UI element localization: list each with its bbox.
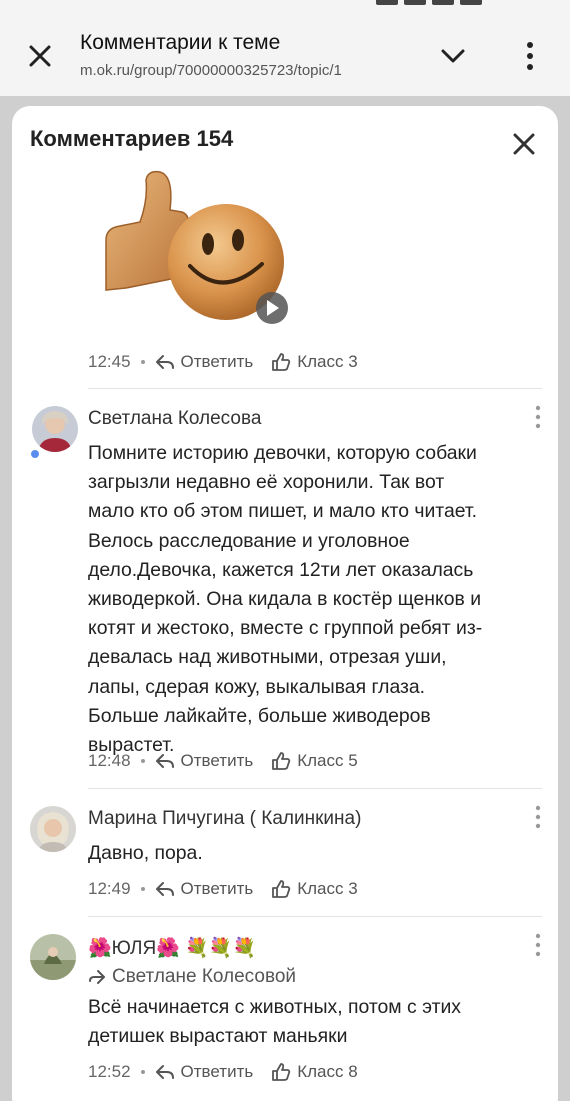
comment-author[interactable]: Марина Пичугина ( Калинкина) (88, 808, 361, 830)
reply-icon (155, 754, 174, 768)
close-icon[interactable] (508, 128, 540, 160)
comment-divider (88, 916, 542, 917)
page-url[interactable]: m.ok.ru/group/70000000325723/topic/1 (80, 62, 418, 79)
thumbs-up-icon (272, 1063, 291, 1081)
status-bar (0, 0, 570, 12)
separator-dot (140, 759, 145, 763)
reply-button[interactable]: Ответить (155, 352, 253, 372)
online-indicator (29, 448, 41, 460)
comment-divider (88, 388, 542, 389)
thumbs-up-icon (272, 880, 291, 898)
page-title: Комментарии к теме (80, 31, 281, 54)
separator-dot (140, 360, 145, 364)
comment-text: Всё начинается с животных, потом с этих … (88, 996, 461, 1048)
thumbs-up-icon (272, 353, 291, 371)
play-icon[interactable] (256, 292, 288, 324)
avatar[interactable] (32, 406, 78, 452)
comment-time: 12:52 (88, 1062, 131, 1081)
reply-button[interactable]: Ответить (155, 879, 253, 899)
reply-icon (155, 1065, 174, 1079)
status-icons (370, 0, 530, 6)
reply-icon (155, 355, 174, 369)
comment-more-icon[interactable] (534, 932, 542, 958)
comment-meta: 12:48 Ответить Класс 5 (88, 749, 376, 773)
reply-button[interactable]: Ответить (155, 1062, 253, 1082)
browser-toolbar: Комментарии к теме m.ok.ru/group/7000000… (0, 12, 570, 96)
close-icon[interactable] (22, 38, 58, 74)
reply-icon (155, 882, 174, 896)
comment-more-icon[interactable] (534, 404, 542, 430)
comment-more-icon[interactable] (534, 804, 542, 830)
reply-to-link[interactable]: Светлане Колесовой (88, 966, 296, 988)
comment-divider (88, 788, 542, 789)
thumbs-up-icon (272, 752, 291, 770)
comment-meta: 12:52 Ответить Класс 8 (88, 1060, 376, 1084)
comment-author[interactable]: 🌺ЮЛЯ🌺 💐💐💐 (88, 936, 256, 960)
separator-dot (140, 887, 145, 891)
chevron-down-icon[interactable] (437, 42, 469, 70)
avatar[interactable] (30, 806, 76, 852)
more-menu-icon[interactable] (522, 40, 538, 72)
comment-author[interactable]: Светлана Колесова (88, 408, 261, 430)
reply-arrow-icon (89, 970, 105, 984)
separator-dot (140, 1070, 145, 1074)
comment-time: 12:49 (88, 879, 131, 898)
comment-meta: 12:45 Ответить Класс 3 (88, 350, 376, 374)
comment-meta: 12:49 Ответить Класс 3 (88, 877, 376, 901)
sheet-header: Комментариев 154 (12, 106, 558, 172)
sticker-image[interactable] (86, 170, 298, 334)
avatar[interactable] (30, 934, 76, 980)
comments-count-title: Комментариев 154 (30, 126, 234, 151)
comment-text: Помните историю девочки, которую собаки … (88, 442, 483, 757)
like-button[interactable]: Класс 5 (271, 751, 358, 771)
like-button[interactable]: Класс 3 (271, 879, 358, 899)
comment-text: Давно, пора. (88, 842, 203, 864)
like-button[interactable]: Класс 3 (271, 352, 358, 372)
comment-time: 12:45 (88, 352, 131, 371)
comment-time: 12:48 (88, 751, 131, 770)
like-button[interactable]: Класс 8 (271, 1062, 358, 1082)
reply-button[interactable]: Ответить (155, 751, 253, 771)
